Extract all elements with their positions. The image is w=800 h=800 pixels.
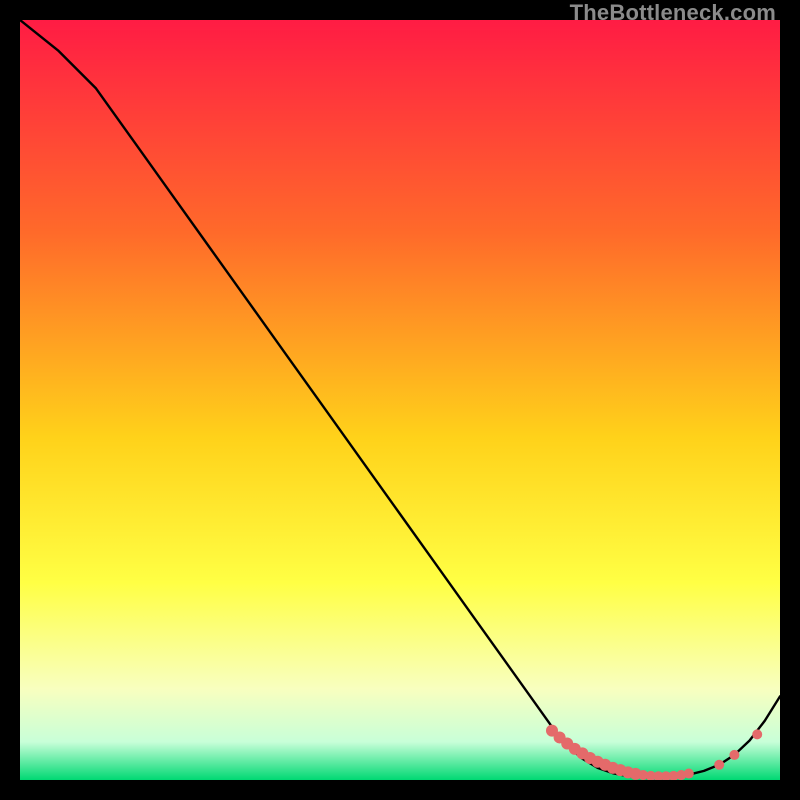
chart-canvas <box>20 20 780 780</box>
curve-dot <box>752 729 762 739</box>
curve-dot <box>714 760 724 770</box>
gradient-background <box>20 20 780 780</box>
curve-dot <box>684 769 694 779</box>
curve-dot <box>729 750 739 760</box>
